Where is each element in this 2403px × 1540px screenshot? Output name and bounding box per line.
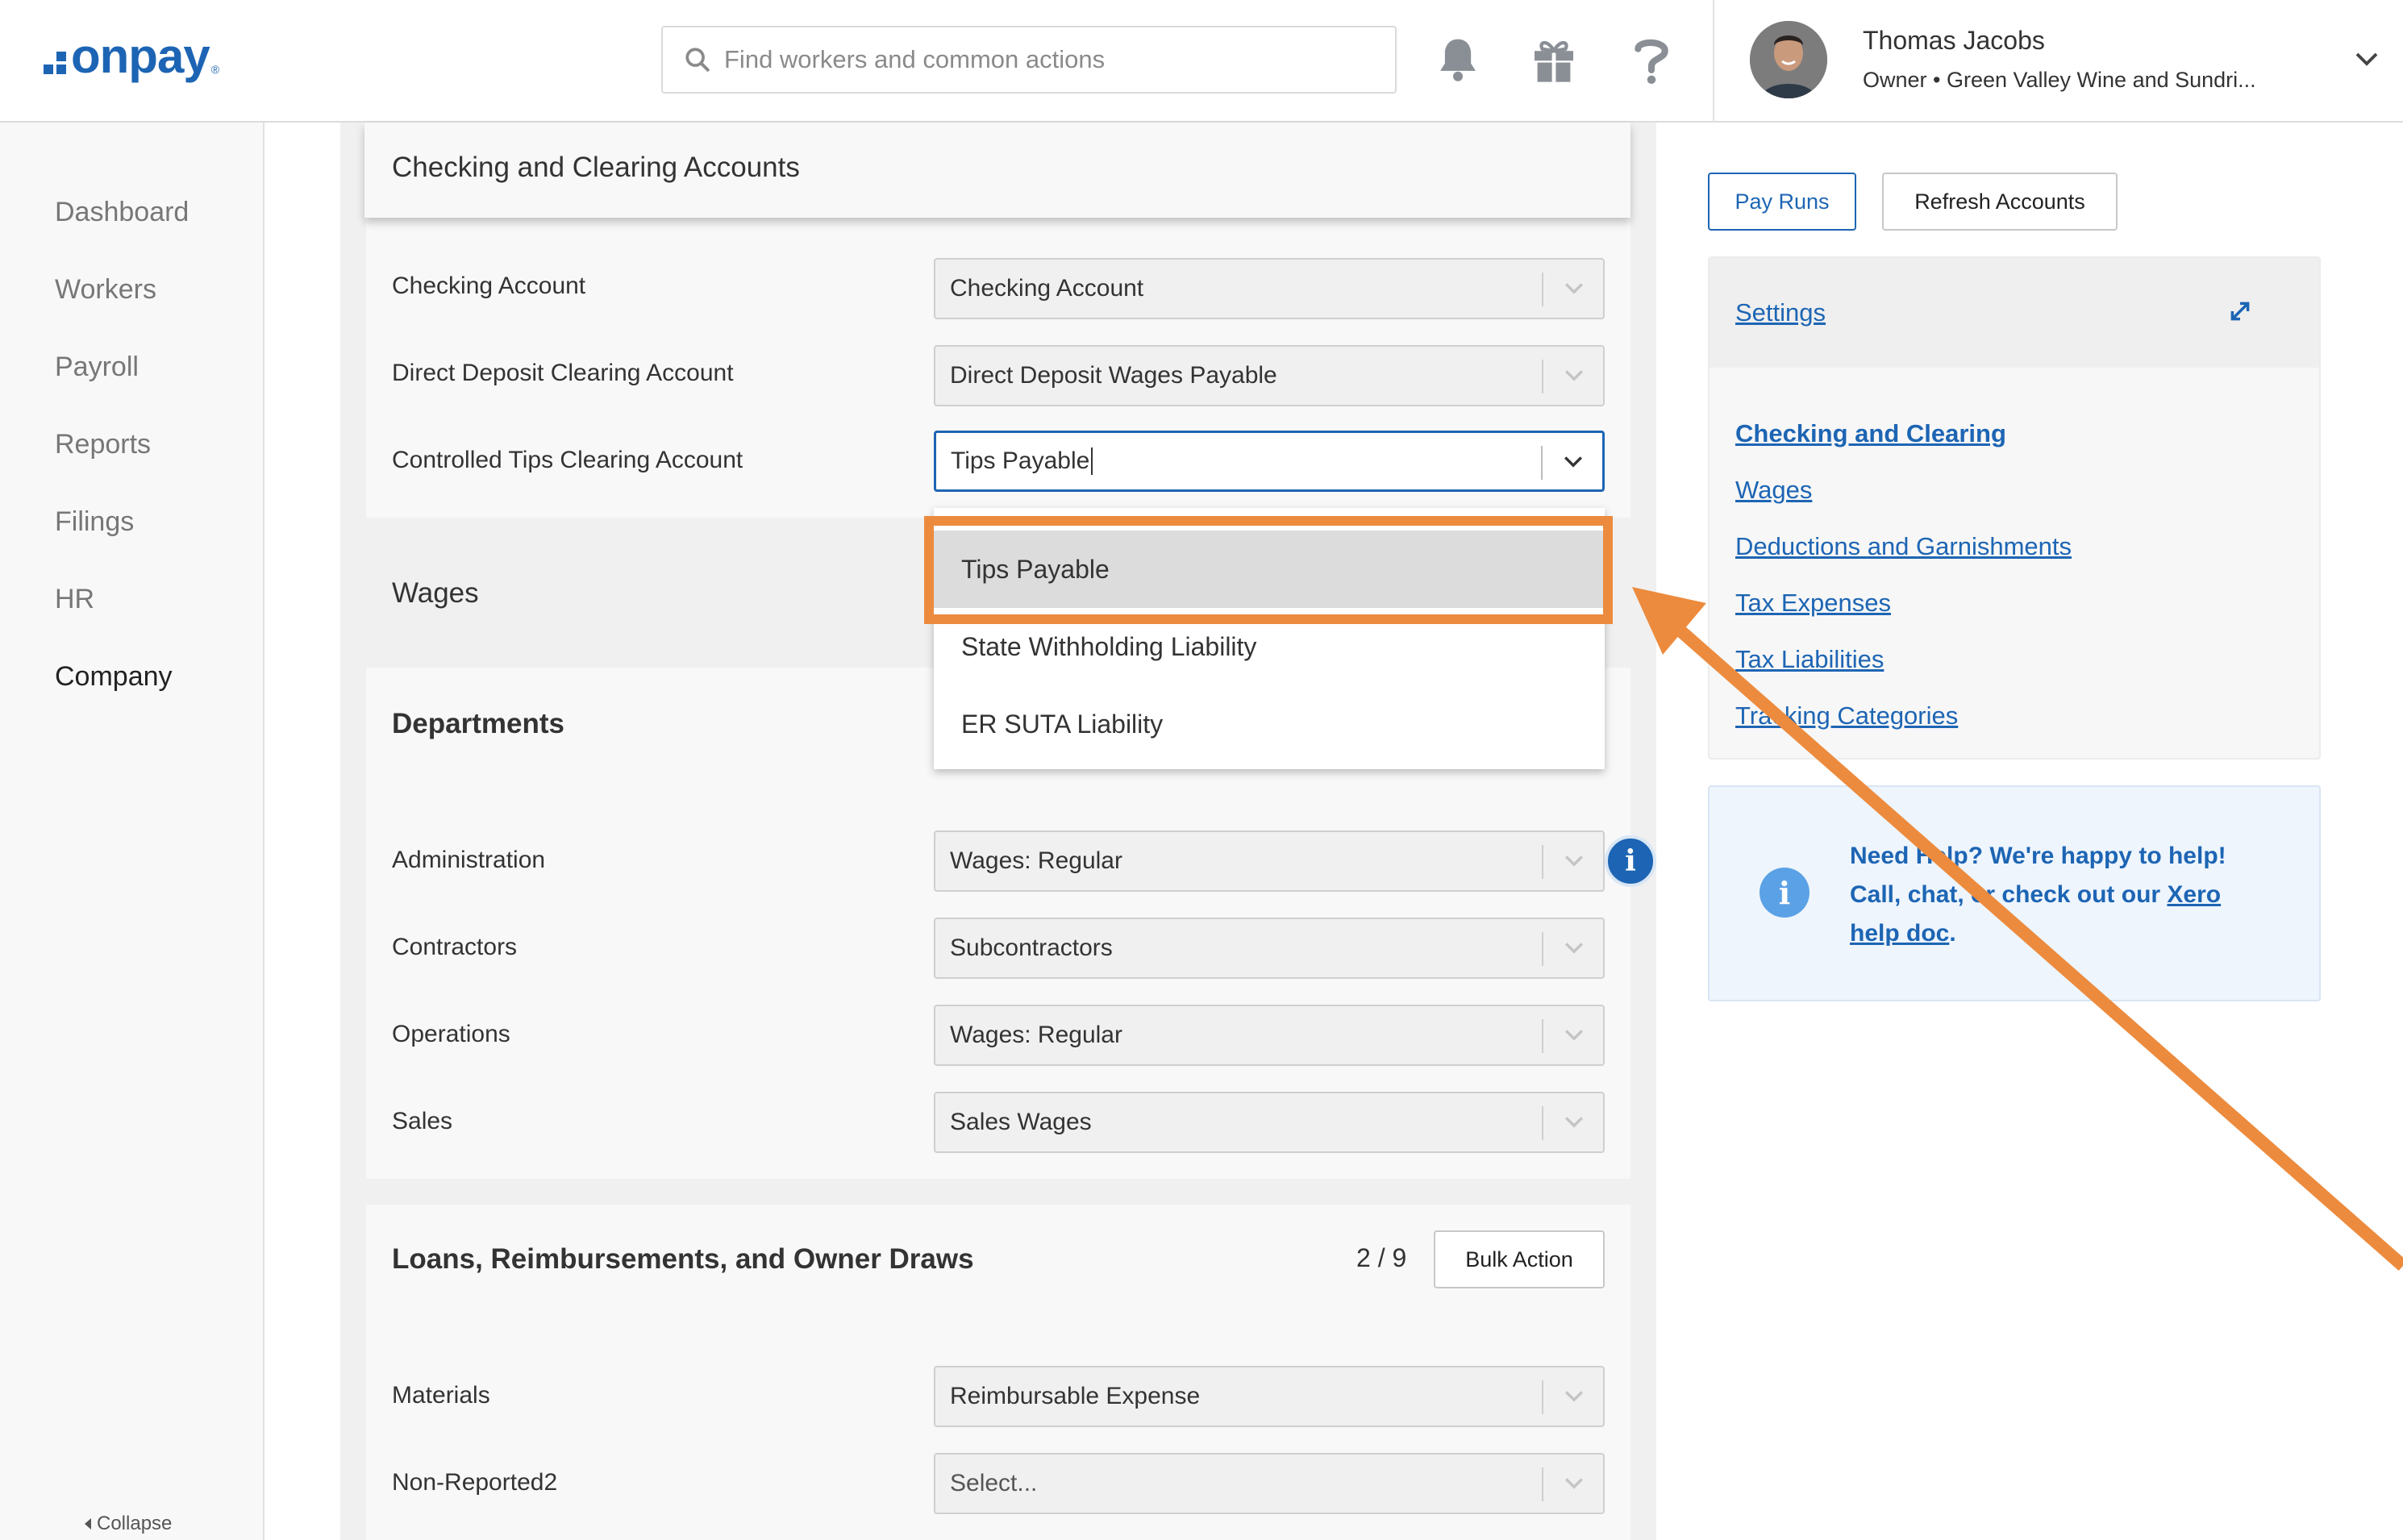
nav-link-tracking-categories[interactable]: Tracking Categories: [1735, 701, 1958, 730]
collapse-button[interactable]: Collapse: [84, 1513, 172, 1535]
logo-text: onpay: [71, 29, 210, 83]
checking-account-select[interactable]: Checking Account: [934, 258, 1605, 319]
logo-registered-mark: ®: [210, 63, 220, 76]
select-value: Wages: Regular: [950, 1022, 1122, 1048]
select-value: Checking Account: [950, 275, 1144, 302]
dropdown-option-er-suta[interactable]: ER SUTA Liability: [934, 685, 1605, 763]
chevron-down-icon: [1565, 1030, 1583, 1041]
sales-select[interactable]: Sales Wages: [934, 1092, 1605, 1153]
sidebar-item-reports[interactable]: Reports: [55, 429, 151, 460]
search-icon: [685, 48, 710, 72]
gift-icon[interactable]: [1531, 35, 1577, 84]
label-direct-deposit-clearing: Direct Deposit Clearing Account: [392, 360, 734, 386]
chevron-down-icon: [1565, 1478, 1583, 1489]
pagination-counter: 2 / 9: [1356, 1243, 1407, 1272]
chevron-down-icon: [1565, 943, 1583, 954]
label-sales: Sales: [392, 1108, 453, 1134]
section-title-wages: Wages: [392, 577, 479, 609]
bulk-action-button[interactable]: Bulk Action: [1434, 1230, 1605, 1288]
operations-select[interactable]: Wages: Regular: [934, 1005, 1605, 1066]
caret-left-icon: [85, 1518, 91, 1530]
select-separator: [1542, 360, 1543, 393]
sidebar-item-hr[interactable]: HR: [55, 584, 94, 615]
header-divider: [1713, 0, 1714, 123]
expand-icon[interactable]: [2227, 298, 2253, 324]
label-non-reported2: Non-Reported2: [392, 1469, 558, 1496]
user-role[interactable]: Owner • Green Valley Wine and Sundri...: [1863, 68, 2282, 93]
help-text: Need Help? We're happy to help! Call, ch…: [1850, 837, 2269, 953]
nav-link-deductions[interactable]: Deductions and Garnishments: [1735, 532, 2072, 561]
select-placeholder: Select...: [950, 1470, 1038, 1496]
search-input[interactable]: [724, 45, 1369, 74]
top-header: onpay ® Thomas Jacobs Owner • Green Va: [0, 0, 2403, 123]
pay-runs-button[interactable]: Pay Runs: [1708, 173, 1856, 231]
select-separator: [1542, 932, 1543, 966]
select-value: Sales Wages: [950, 1109, 1092, 1135]
avatar-portrait-icon: [1750, 21, 1827, 98]
refresh-accounts-button[interactable]: Refresh Accounts: [1882, 173, 2118, 231]
select-separator: [1542, 845, 1543, 879]
label-operations: Operations: [392, 1021, 510, 1047]
sidebar-item-company[interactable]: Company: [55, 661, 173, 693]
logo-mark-icon: [44, 52, 66, 74]
nav-link-checking-clearing[interactable]: Checking and Clearing: [1735, 419, 2006, 448]
user-avatar[interactable]: [1750, 21, 1827, 98]
select-separator: [1542, 1467, 1543, 1501]
collapse-label: Collapse: [97, 1513, 173, 1534]
sidebar: Dashboard Workers Payroll Reports Filing…: [0, 123, 264, 1540]
settings-panel: [1708, 256, 2321, 760]
select-separator: [1542, 1380, 1543, 1414]
sidebar-item-payroll[interactable]: Payroll: [55, 352, 139, 383]
sidebar-item-workers[interactable]: Workers: [55, 274, 156, 306]
sidebar-item-filings[interactable]: Filings: [55, 506, 134, 538]
chevron-down-icon: [1565, 283, 1583, 294]
administration-select[interactable]: Wages: Regular: [934, 830, 1605, 892]
section-title-checking: Checking and Clearing Accounts: [392, 152, 800, 183]
help-icon[interactable]: [1632, 35, 1671, 85]
text-caret: [1091, 447, 1093, 475]
label-administration: Administration: [392, 847, 546, 873]
nav-link-tax-liabilities[interactable]: Tax Liabilities: [1735, 645, 1884, 674]
onpay-logo[interactable]: onpay ®: [44, 32, 219, 81]
controlled-tips-clearing-select[interactable]: Tips Payable: [934, 431, 1605, 492]
label-controlled-tips-clearing: Controlled Tips Clearing Account: [392, 447, 743, 473]
select-value: Wages: Regular: [950, 847, 1122, 874]
select-value: Direct Deposit Wages Payable: [950, 362, 1277, 389]
materials-select[interactable]: Reimbursable Expense: [934, 1366, 1605, 1427]
settings-link[interactable]: Settings: [1735, 298, 1826, 327]
help-suffix: .: [1949, 920, 1956, 947]
direct-deposit-clearing-select[interactable]: Direct Deposit Wages Payable: [934, 345, 1605, 406]
section-title-departments: Departments: [392, 708, 564, 739]
search-bar[interactable]: [661, 26, 1397, 94]
annotation-highlight-box: [924, 516, 1613, 624]
select-separator: [1542, 273, 1543, 306]
select-separator: [1542, 1106, 1543, 1140]
select-input-value[interactable]: Tips Payable: [951, 447, 1089, 475]
label-checking-account: Checking Account: [392, 273, 586, 299]
select-separator: [1541, 446, 1543, 480]
chevron-down-icon: [1565, 1391, 1583, 1402]
chevron-down-icon: [1565, 370, 1583, 381]
info-icon: i: [1760, 868, 1810, 918]
nav-link-tax-expenses[interactable]: Tax Expenses: [1735, 589, 1891, 618]
section-title-loans: Loans, Reimbursements, and Owner Draws: [392, 1243, 974, 1275]
bell-icon[interactable]: [1435, 35, 1481, 84]
user-name[interactable]: Thomas Jacobs: [1863, 26, 2045, 56]
chevron-down-icon[interactable]: [2355, 50, 2379, 68]
chevron-down-icon: [1565, 1117, 1583, 1128]
select-separator: [1542, 1019, 1543, 1053]
label-materials: Materials: [392, 1382, 490, 1409]
chevron-down-icon: [1565, 855, 1583, 867]
label-contractors: Contractors: [392, 934, 518, 960]
select-value: Subcontractors: [950, 934, 1113, 961]
chevron-down-icon[interactable]: [1562, 452, 1585, 472]
info-icon[interactable]: i: [1605, 835, 1656, 887]
non-reported2-select[interactable]: Select...: [934, 1453, 1605, 1514]
nav-link-wages[interactable]: Wages: [1735, 476, 1812, 505]
contractors-select[interactable]: Subcontractors: [934, 918, 1605, 979]
select-value: Reimbursable Expense: [950, 1383, 1201, 1409]
sidebar-item-dashboard[interactable]: Dashboard: [55, 197, 189, 228]
